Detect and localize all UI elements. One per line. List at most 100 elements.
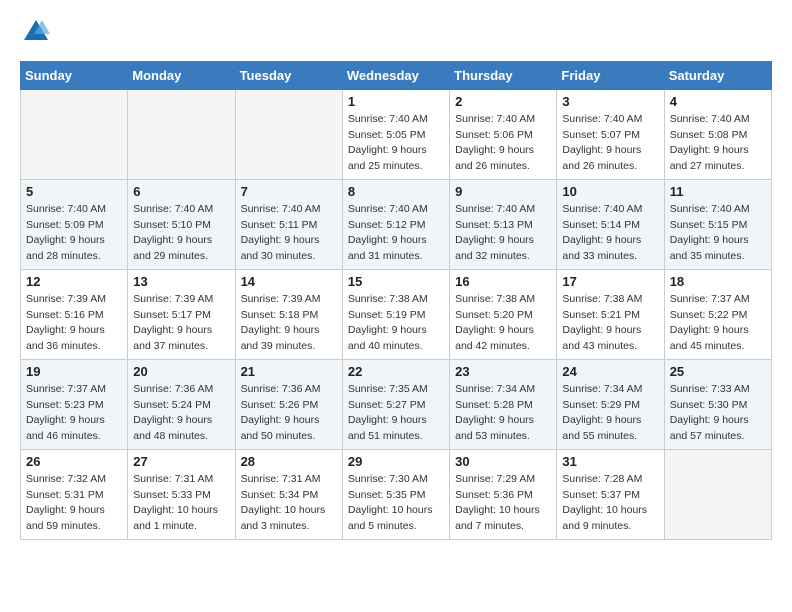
day-number: 12 bbox=[26, 274, 122, 289]
calendar-cell: 17Sunrise: 7:38 AM Sunset: 5:21 PM Dayli… bbox=[557, 269, 664, 359]
week-row-2: 5 Sunrise: 7:40 AM Sunset: 5:09 PM Daylig… bbox=[21, 179, 772, 269]
day-info: Sunrise: 7:40 AM Sunset: 5:13 PM Dayligh… bbox=[455, 202, 551, 265]
day-number: 26 bbox=[26, 454, 122, 469]
day-info: Sunrise: 7:30 AM Sunset: 5:35 PM Dayligh… bbox=[348, 472, 444, 535]
day-info: Sunrise: 7:39 AM Sunset: 5:17 PM Dayligh… bbox=[133, 292, 229, 355]
calendar-cell: 22 Sunrise: 7:35 AM Sunset: 5:27 PM Dayli… bbox=[342, 359, 449, 449]
header bbox=[20, 18, 772, 51]
day-info: Sunrise: 7:40 AM Sunset: 5:09 PM Dayligh… bbox=[26, 202, 122, 265]
day-info: Sunrise: 7:40 AM Sunset: 5:05 PM Dayligh… bbox=[348, 112, 444, 175]
calendar-cell: 26 Sunrise: 7:32 AM Sunset: 5:31 PM Dayli… bbox=[21, 449, 128, 539]
day-number: 11 bbox=[670, 184, 766, 199]
day-number: 8 bbox=[348, 184, 444, 199]
day-info: Sunrise: 7:33 AM Sunset: 5:30 PM Dayligh… bbox=[670, 382, 766, 445]
day-info: Sunrise: 7:39 AM Sunset: 5:16 PM Dayligh… bbox=[26, 292, 122, 355]
calendar-table: SundayMondayTuesdayWednesdayThursdayFrid… bbox=[20, 61, 772, 540]
week-row-5: 26 Sunrise: 7:32 AM Sunset: 5:31 PM Dayli… bbox=[21, 449, 772, 539]
day-number: 3 bbox=[562, 94, 658, 109]
logo-icon bbox=[22, 18, 50, 46]
day-number: 22 bbox=[348, 364, 444, 379]
weekday-header-saturday: Saturday bbox=[664, 61, 771, 89]
calendar-cell: 2 Sunrise: 7:40 AM Sunset: 5:06 PM Daylig… bbox=[450, 89, 557, 179]
calendar-cell: 12 Sunrise: 7:39 AM Sunset: 5:16 PM Dayli… bbox=[21, 269, 128, 359]
day-info: Sunrise: 7:36 AM Sunset: 5:24 PM Dayligh… bbox=[133, 382, 229, 445]
weekday-header-tuesday: Tuesday bbox=[235, 61, 342, 89]
week-row-3: 12 Sunrise: 7:39 AM Sunset: 5:16 PM Dayli… bbox=[21, 269, 772, 359]
calendar-cell bbox=[235, 89, 342, 179]
calendar-cell: 25 Sunrise: 7:33 AM Sunset: 5:30 PM Dayli… bbox=[664, 359, 771, 449]
calendar-cell: 20 Sunrise: 7:36 AM Sunset: 5:24 PM Dayli… bbox=[128, 359, 235, 449]
calendar-cell: 15Sunrise: 7:38 AM Sunset: 5:19 PM Dayli… bbox=[342, 269, 449, 359]
page-container: SundayMondayTuesdayWednesdayThursdayFrid… bbox=[0, 0, 792, 552]
calendar-cell: 10 Sunrise: 7:40 AM Sunset: 5:14 PM Dayli… bbox=[557, 179, 664, 269]
calendar-cell: 28 Sunrise: 7:31 AM Sunset: 5:34 PM Dayli… bbox=[235, 449, 342, 539]
calendar-cell: 29 Sunrise: 7:30 AM Sunset: 5:35 PM Dayli… bbox=[342, 449, 449, 539]
weekday-header-sunday: Sunday bbox=[21, 61, 128, 89]
day-info: Sunrise: 7:34 AM Sunset: 5:28 PM Dayligh… bbox=[455, 382, 551, 445]
day-number: 24 bbox=[562, 364, 658, 379]
day-number: 20 bbox=[133, 364, 229, 379]
day-info: Sunrise: 7:40 AM Sunset: 5:10 PM Dayligh… bbox=[133, 202, 229, 265]
day-number: 21 bbox=[241, 364, 337, 379]
calendar-cell: 6 Sunrise: 7:40 AM Sunset: 5:10 PM Daylig… bbox=[128, 179, 235, 269]
day-number: 4 bbox=[670, 94, 766, 109]
day-info: Sunrise: 7:36 AM Sunset: 5:26 PM Dayligh… bbox=[241, 382, 337, 445]
calendar-cell: 1 Sunrise: 7:40 AM Sunset: 5:05 PM Daylig… bbox=[342, 89, 449, 179]
day-number: 1 bbox=[348, 94, 444, 109]
calendar-cell: 24 Sunrise: 7:34 AM Sunset: 5:29 PM Dayli… bbox=[557, 359, 664, 449]
day-number: 23 bbox=[455, 364, 551, 379]
calendar-cell: 23 Sunrise: 7:34 AM Sunset: 5:28 PM Dayli… bbox=[450, 359, 557, 449]
day-number: 31 bbox=[562, 454, 658, 469]
calendar-cell: 13Sunrise: 7:39 AM Sunset: 5:17 PM Dayli… bbox=[128, 269, 235, 359]
day-info: Sunrise: 7:40 AM Sunset: 5:11 PM Dayligh… bbox=[241, 202, 337, 265]
calendar-cell: 3 Sunrise: 7:40 AM Sunset: 5:07 PM Daylig… bbox=[557, 89, 664, 179]
day-info: Sunrise: 7:40 AM Sunset: 5:14 PM Dayligh… bbox=[562, 202, 658, 265]
day-number: 10 bbox=[562, 184, 658, 199]
day-number: 9 bbox=[455, 184, 551, 199]
weekday-header-row: SundayMondayTuesdayWednesdayThursdayFrid… bbox=[21, 61, 772, 89]
day-info: Sunrise: 7:35 AM Sunset: 5:27 PM Dayligh… bbox=[348, 382, 444, 445]
day-number: 15 bbox=[348, 274, 444, 289]
calendar-cell: 9 Sunrise: 7:40 AM Sunset: 5:13 PM Daylig… bbox=[450, 179, 557, 269]
calendar-cell: 4 Sunrise: 7:40 AM Sunset: 5:08 PM Daylig… bbox=[664, 89, 771, 179]
day-info: Sunrise: 7:31 AM Sunset: 5:33 PM Dayligh… bbox=[133, 472, 229, 535]
day-info: Sunrise: 7:38 AM Sunset: 5:21 PM Dayligh… bbox=[562, 292, 658, 355]
calendar-cell: 27 Sunrise: 7:31 AM Sunset: 5:33 PM Dayli… bbox=[128, 449, 235, 539]
day-info: Sunrise: 7:32 AM Sunset: 5:31 PM Dayligh… bbox=[26, 472, 122, 535]
weekday-header-wednesday: Wednesday bbox=[342, 61, 449, 89]
logo bbox=[20, 18, 50, 51]
day-number: 28 bbox=[241, 454, 337, 469]
calendar-cell: 7Sunrise: 7:40 AM Sunset: 5:11 PM Daylig… bbox=[235, 179, 342, 269]
calendar-cell: 5 Sunrise: 7:40 AM Sunset: 5:09 PM Daylig… bbox=[21, 179, 128, 269]
calendar-cell: 31Sunrise: 7:28 AM Sunset: 5:37 PM Dayli… bbox=[557, 449, 664, 539]
day-info: Sunrise: 7:34 AM Sunset: 5:29 PM Dayligh… bbox=[562, 382, 658, 445]
day-info: Sunrise: 7:40 AM Sunset: 5:06 PM Dayligh… bbox=[455, 112, 551, 175]
day-info: Sunrise: 7:38 AM Sunset: 5:20 PM Dayligh… bbox=[455, 292, 551, 355]
day-info: Sunrise: 7:40 AM Sunset: 5:15 PM Dayligh… bbox=[670, 202, 766, 265]
day-info: Sunrise: 7:37 AM Sunset: 5:22 PM Dayligh… bbox=[670, 292, 766, 355]
calendar-cell: 19Sunrise: 7:37 AM Sunset: 5:23 PM Dayli… bbox=[21, 359, 128, 449]
day-number: 6 bbox=[133, 184, 229, 199]
day-info: Sunrise: 7:37 AM Sunset: 5:23 PM Dayligh… bbox=[26, 382, 122, 445]
day-number: 25 bbox=[670, 364, 766, 379]
day-number: 27 bbox=[133, 454, 229, 469]
week-row-1: 1 Sunrise: 7:40 AM Sunset: 5:05 PM Daylig… bbox=[21, 89, 772, 179]
calendar-cell: 18Sunrise: 7:37 AM Sunset: 5:22 PM Dayli… bbox=[664, 269, 771, 359]
week-row-4: 19Sunrise: 7:37 AM Sunset: 5:23 PM Dayli… bbox=[21, 359, 772, 449]
weekday-header-monday: Monday bbox=[128, 61, 235, 89]
day-number: 2 bbox=[455, 94, 551, 109]
calendar-cell: 16 Sunrise: 7:38 AM Sunset: 5:20 PM Dayli… bbox=[450, 269, 557, 359]
day-info: Sunrise: 7:40 AM Sunset: 5:08 PM Dayligh… bbox=[670, 112, 766, 175]
day-info: Sunrise: 7:31 AM Sunset: 5:34 PM Dayligh… bbox=[241, 472, 337, 535]
calendar-cell bbox=[21, 89, 128, 179]
weekday-header-friday: Friday bbox=[557, 61, 664, 89]
day-number: 5 bbox=[26, 184, 122, 199]
calendar-cell: 21 Sunrise: 7:36 AM Sunset: 5:26 PM Dayli… bbox=[235, 359, 342, 449]
day-number: 14 bbox=[241, 274, 337, 289]
day-number: 16 bbox=[455, 274, 551, 289]
calendar-cell: 11 Sunrise: 7:40 AM Sunset: 5:15 PM Dayli… bbox=[664, 179, 771, 269]
day-number: 29 bbox=[348, 454, 444, 469]
day-info: Sunrise: 7:40 AM Sunset: 5:07 PM Dayligh… bbox=[562, 112, 658, 175]
calendar-cell: 30Sunrise: 7:29 AM Sunset: 5:36 PM Dayli… bbox=[450, 449, 557, 539]
day-info: Sunrise: 7:39 AM Sunset: 5:18 PM Dayligh… bbox=[241, 292, 337, 355]
